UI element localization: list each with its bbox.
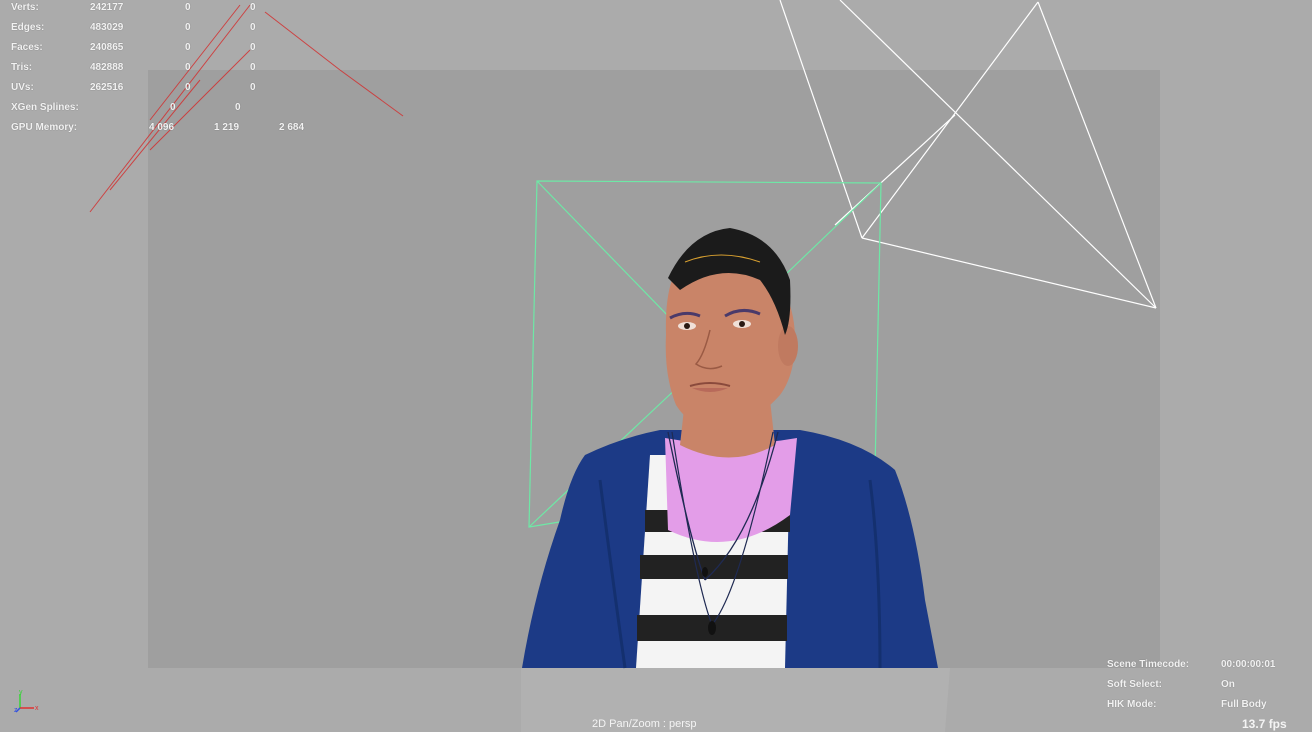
hud-value: 0 (170, 102, 176, 113)
hud-value: 240865 (90, 42, 124, 53)
hud-value: 00:00:00:01 (1221, 659, 1276, 670)
hud-value: 1 219 (214, 122, 240, 133)
hud-value: 0 (185, 82, 191, 93)
camera-gizmo (779, 0, 1157, 309)
hud-label: Soft Select: (1107, 679, 1163, 690)
hud-label: GPU Memory: (11, 122, 78, 133)
hud-value: Full Body (1221, 699, 1267, 710)
hud-value: 0 (185, 42, 191, 53)
hud-value: 0 (250, 62, 256, 73)
hud-value: On (1221, 679, 1235, 690)
hud-value: 2 684 (279, 122, 305, 133)
axis-z-label: z (14, 707, 18, 714)
hud-value: 0 (235, 102, 241, 113)
camera-name-label: 2D Pan/Zoom : persp (592, 718, 697, 730)
hud-value: 242177 (90, 2, 124, 13)
hud-value: 0 (250, 82, 256, 93)
fps-readout: 13.7 fps (1242, 717, 1287, 731)
hud-label: HIK Mode: (1107, 699, 1157, 710)
axis-y-label: y (19, 689, 23, 696)
hud-value: 262516 (90, 82, 124, 93)
hud-value: 0 (250, 42, 256, 53)
hud-label: Edges: (11, 22, 45, 33)
hud-value: 0 (185, 22, 191, 33)
hud-value: 0 (185, 2, 191, 13)
status-hud: Scene Timecode: 00:00:00:01 Soft Select:… (1107, 659, 1307, 719)
hud-label: Verts: (11, 2, 39, 13)
character-model (521, 228, 950, 732)
hud-label: XGen Splines: (11, 102, 79, 113)
hud-value: 0 (250, 2, 256, 13)
axis-gizmo-icon: y x z (14, 689, 39, 714)
hud-value: 483029 (90, 22, 124, 33)
viewport-3d[interactable]: Verts: 242177 0 0 Edges: 483029 0 0 Face… (0, 0, 1312, 732)
hud-label: UVs: (11, 82, 34, 93)
hud-label: Scene Timecode: (1107, 659, 1190, 670)
hud-value: 482888 (90, 62, 124, 73)
hud-label: Faces: (11, 42, 43, 53)
hud-label: Tris: (11, 62, 33, 73)
axis-x-label: x (35, 705, 39, 712)
hud-value: 0 (185, 62, 191, 73)
poly-count-hud: Verts: 242177 0 0 Edges: 483029 0 0 Face… (11, 2, 331, 142)
hud-value: 4 096 (149, 122, 175, 133)
hud-value: 0 (250, 22, 256, 33)
